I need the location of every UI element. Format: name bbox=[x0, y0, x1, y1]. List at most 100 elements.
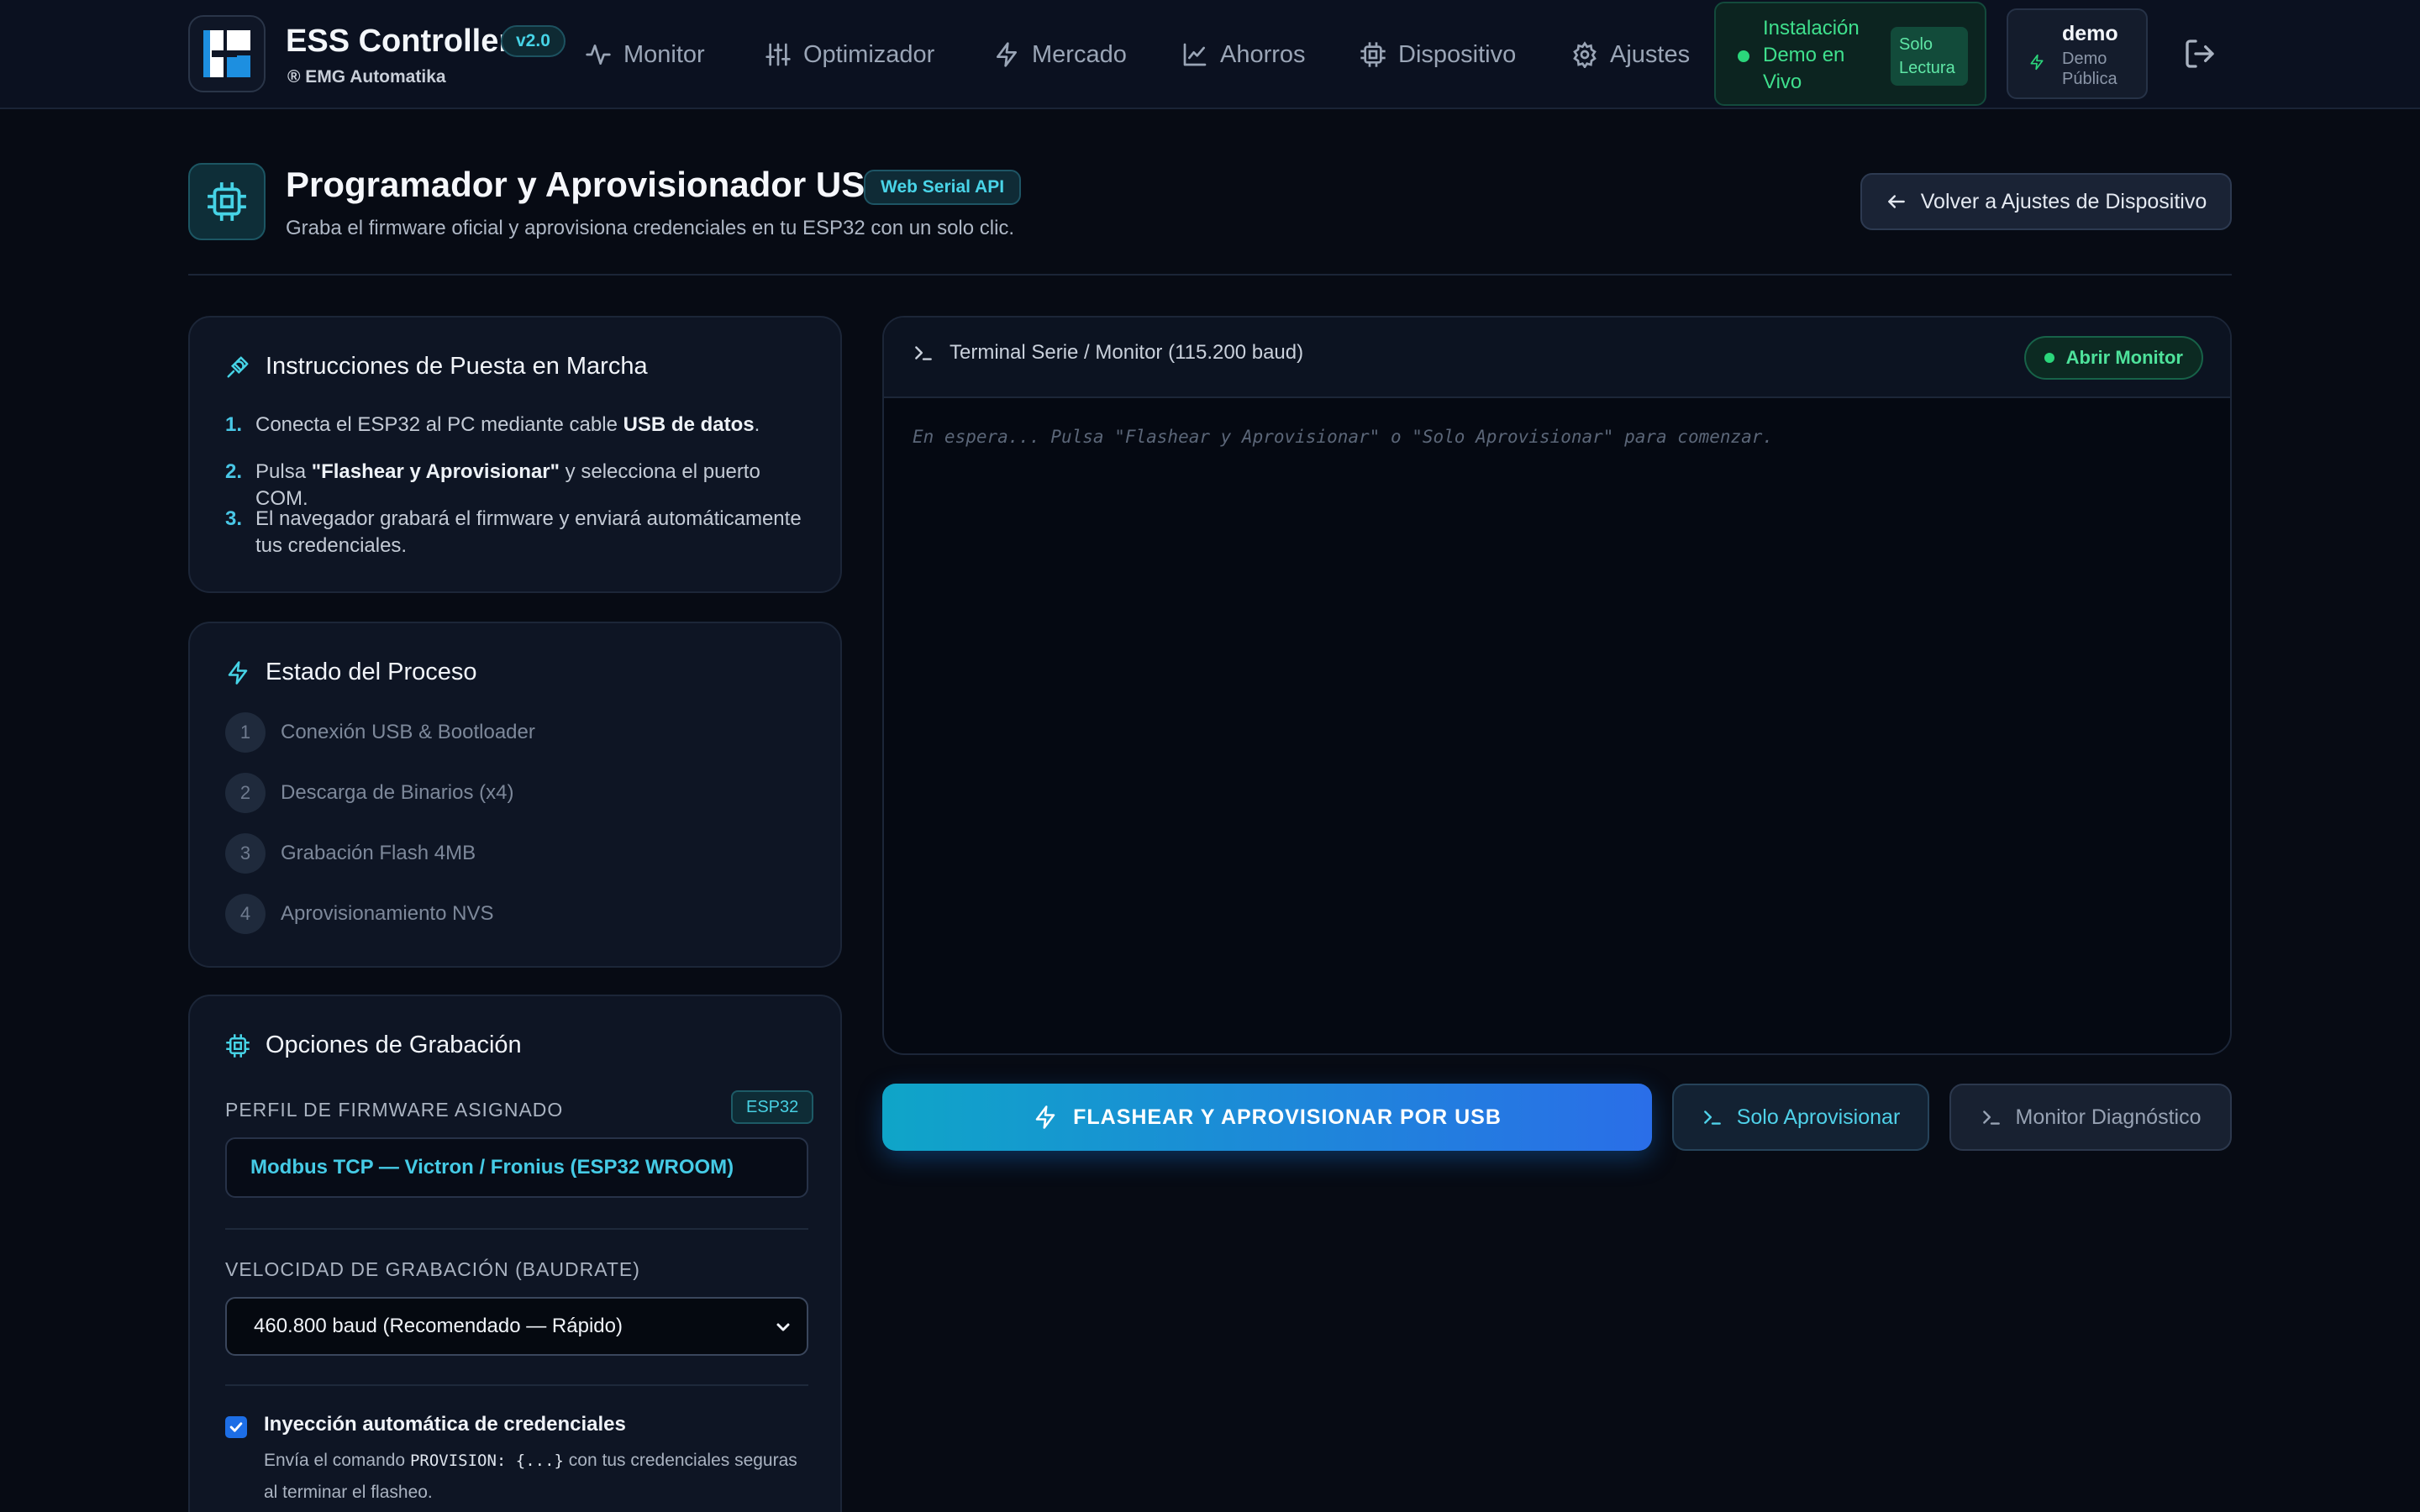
nav-label: Dispositivo bbox=[1398, 40, 1517, 68]
chevron-down-icon bbox=[776, 1323, 790, 1331]
install-status-label: Instalación Demo en Vivo bbox=[1763, 17, 1860, 93]
sliders-icon bbox=[765, 43, 791, 66]
step-text: El navegador grabará el firmware y envia… bbox=[255, 507, 802, 557]
step-number: 3 bbox=[225, 833, 266, 874]
diagnostic-monitor-button[interactable]: Monitor Diagnóstico bbox=[1949, 1084, 2232, 1151]
chip-icon bbox=[1360, 42, 1386, 67]
terminal-title: Terminal Serie / Monitor (115.200 baud) bbox=[950, 341, 1304, 364]
profile-label: PERFIL DE FIRMWARE ASIGNADO bbox=[225, 1099, 564, 1121]
step-number: 3. bbox=[225, 507, 243, 530]
terminal-icon bbox=[915, 346, 932, 360]
open-monitor-label: Abrir Monitor bbox=[2065, 347, 2183, 368]
baudrate-select[interactable]: 460.800 baud (Recomendado — Rápido) bbox=[225, 1297, 808, 1356]
header-divider bbox=[188, 274, 2232, 276]
nav-label: Mercado bbox=[1032, 40, 1127, 68]
step-number: 1 bbox=[225, 712, 266, 753]
process-step: 2 Descarga de Binarios (x4) bbox=[225, 773, 513, 813]
nav-item-ahorros[interactable]: Ahorros bbox=[1181, 34, 1306, 76]
user-role: Demo Pública bbox=[2062, 50, 2118, 88]
brand-subtitle: ® EMG Automatika bbox=[287, 67, 446, 87]
bolt-icon bbox=[228, 660, 248, 685]
flash-and-provision-button[interactable]: FLASHEAR Y APROVISIONAR POR USB bbox=[882, 1084, 1652, 1151]
flash-button-label: FLASHEAR Y APROVISIONAR POR USB bbox=[1073, 1105, 1502, 1129]
terminal-header: Terminal Serie / Monitor (115.200 baud) … bbox=[884, 318, 2230, 398]
web-serial-badge: Web Serial API bbox=[864, 170, 1022, 205]
live-status-dot bbox=[1738, 50, 1749, 62]
baud-label: VELOCIDAD DE GRABACIÓN (BAUDRATE) bbox=[225, 1258, 640, 1280]
step-number: 2 bbox=[225, 773, 266, 813]
page-icon bbox=[188, 163, 266, 240]
instructions-title-row: Instrucciones de Puesta en Marcha bbox=[225, 353, 648, 381]
chip-icon bbox=[208, 182, 246, 221]
logout-icon bbox=[2186, 39, 2214, 68]
process-step: 1 Conexión USB & Bootloader bbox=[225, 712, 535, 753]
chip-icon bbox=[226, 1033, 250, 1058]
process-title: Estado del Proceso bbox=[266, 659, 477, 685]
divider bbox=[225, 1384, 808, 1386]
terminal-icon bbox=[1982, 1110, 2000, 1125]
provision-button-label: Solo Aprovisionar bbox=[1736, 1105, 1901, 1129]
install-status-badge: Instalación Demo en Vivo Solo Lectura bbox=[1714, 2, 1986, 106]
baudrate-value: 460.800 baud (Recomendado — Rápido) bbox=[254, 1315, 623, 1337]
app-logo[interactable] bbox=[188, 15, 266, 92]
bolt-icon bbox=[1035, 1105, 1055, 1129]
esp32-badge: ESP32 bbox=[731, 1090, 814, 1124]
step-text: Pulsa "Flashear y Aprovisionar" y selecc… bbox=[255, 460, 760, 510]
open-monitor-button[interactable]: Abrir Monitor bbox=[2023, 336, 2203, 380]
version-badge: v2.0 bbox=[501, 25, 566, 57]
trend-chart-icon bbox=[1183, 43, 1207, 66]
nav-item-mercado[interactable]: Mercado bbox=[993, 34, 1127, 76]
instructions-title: Instrucciones de Puesta en Marcha bbox=[266, 353, 648, 380]
nav-label: Optimizador bbox=[803, 40, 935, 68]
terminal-icon bbox=[1703, 1110, 1721, 1125]
divider bbox=[225, 1228, 808, 1230]
process-title-row: Estado del Proceso bbox=[225, 659, 476, 686]
step-label: Grabación Flash 4MB bbox=[281, 842, 476, 864]
check-icon bbox=[229, 1422, 243, 1432]
diagnostic-button-label: Monitor Diagnóstico bbox=[2015, 1105, 2202, 1129]
terminal-title-row: Terminal Serie / Monitor (115.200 baud) bbox=[913, 341, 1303, 365]
process-step: 3 Grabación Flash 4MB bbox=[225, 833, 476, 874]
options-title-row: Opciones de Grabación bbox=[225, 1032, 522, 1059]
step-label: Descarga de Binarios (x4) bbox=[281, 781, 514, 804]
provision-only-button[interactable]: Solo Aprovisionar bbox=[1672, 1084, 1929, 1151]
page-title: Programador y Aprovisionador USB bbox=[286, 165, 891, 204]
firmware-profile-field: Modbus TCP — Victron / Fronius (ESP32 WR… bbox=[225, 1137, 808, 1198]
user-menu[interactable]: demo Demo Pública bbox=[2007, 8, 2148, 99]
step-label: Conexión USB & Bootloader bbox=[281, 721, 535, 743]
nav-label: Ahorros bbox=[1220, 40, 1306, 68]
options-title: Opciones de Grabación bbox=[266, 1032, 522, 1058]
arrow-left-icon bbox=[1887, 195, 1905, 208]
back-button-label: Volver a Ajustes de Dispositivo bbox=[1920, 189, 2207, 213]
activity-icon bbox=[586, 45, 611, 65]
top-navbar: ESS Controller v2.0 ® EMG Automatika Mon… bbox=[0, 0, 2420, 109]
page-subtitle: Graba el firmware oficial y aprovisiona … bbox=[286, 217, 1015, 239]
step-text: Conecta el ESP32 al PC mediante cable US… bbox=[255, 413, 760, 436]
nav-label: Ajustes bbox=[1610, 40, 1691, 68]
serial-terminal: Terminal Serie / Monitor (115.200 baud) … bbox=[882, 316, 2232, 1055]
step-label: Aprovisionamiento NVS bbox=[281, 902, 494, 925]
nav-item-monitor[interactable]: Monitor bbox=[585, 34, 705, 76]
monitor-status-dot bbox=[2044, 353, 2054, 363]
process-step: 4 Aprovisionamiento NVS bbox=[225, 894, 493, 934]
nav-item-optimizador[interactable]: Optimizador bbox=[765, 34, 934, 76]
read-only-badge: Solo Lectura bbox=[1891, 27, 1968, 86]
logout-button[interactable] bbox=[2183, 37, 2217, 75]
auto-inject-checkbox[interactable] bbox=[225, 1416, 247, 1438]
auto-inject-label[interactable]: Inyección automática de credenciales bbox=[264, 1413, 626, 1436]
user-name: demo bbox=[2062, 22, 2118, 45]
bolt-icon bbox=[2030, 54, 2044, 71]
gear-icon bbox=[1573, 41, 1597, 68]
nav-item-dispositivo[interactable]: Dispositivo bbox=[1360, 34, 1516, 76]
nav-item-ajustes[interactable]: Ajustes bbox=[1571, 34, 1690, 76]
instructions-card: Instrucciones de Puesta en Marcha 1. Con… bbox=[188, 316, 842, 593]
step-number: 1. bbox=[225, 413, 243, 436]
brand-title: ESS Controller bbox=[286, 24, 512, 59]
nav-label: Monitor bbox=[623, 40, 705, 68]
plug-icon bbox=[227, 356, 249, 377]
flash-options-card: Opciones de Grabación PERFIL DE FIRMWARE… bbox=[188, 995, 842, 1512]
auto-inject-description: Envía el comando PROVISION: {...} con tu… bbox=[264, 1451, 797, 1502]
back-to-device-settings-button[interactable]: Volver a Ajustes de Dispositivo bbox=[1860, 173, 2232, 230]
bolt-icon bbox=[997, 42, 1017, 67]
logo-icon bbox=[203, 30, 250, 77]
